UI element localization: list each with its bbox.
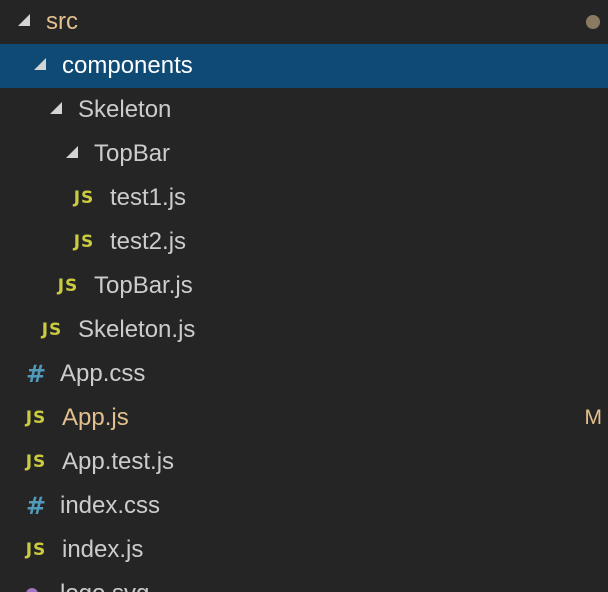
tree-item-label: test2.js: [110, 228, 187, 255]
tree-item-label: App.test.js: [62, 448, 175, 475]
tree-item-skeleton-folder[interactable]: Skeleton: [0, 88, 608, 132]
file-explorer: src components Skeleton TopBar JS test1.…: [0, 0, 608, 592]
svg-file-icon: [24, 586, 48, 592]
tree-item-label: test1.js: [110, 184, 187, 211]
js-file-icon: JS: [41, 320, 63, 340]
chevron-down-icon[interactable]: [34, 58, 46, 70]
chevron-down-icon[interactable]: [50, 102, 62, 114]
git-modified-badge: M: [584, 406, 603, 429]
chevron-down-icon[interactable]: [18, 14, 30, 26]
js-file-icon: JS: [25, 452, 47, 472]
tree-item-label: index.css: [60, 492, 161, 519]
tree-item-index-css[interactable]: # index.css: [0, 484, 608, 528]
js-file-icon: JS: [73, 232, 95, 252]
js-file-icon: JS: [73, 188, 95, 208]
tree-item-app-test-js[interactable]: JS App.test.js: [0, 440, 608, 484]
tree-item-label: Skeleton.js: [78, 316, 196, 343]
tree-item-label: logo.svg: [60, 580, 149, 592]
tree-item-topbar-js[interactable]: JS TopBar.js: [0, 264, 608, 308]
js-file-icon: JS: [57, 276, 79, 296]
js-file-icon: JS: [25, 540, 47, 560]
chevron-down-icon[interactable]: [66, 146, 78, 158]
tree-item-label: App.js: [62, 404, 129, 431]
tree-item-src[interactable]: src: [0, 0, 608, 44]
tree-item-topbar-folder[interactable]: TopBar: [0, 132, 608, 176]
modified-dot-icon: [586, 15, 600, 29]
tree-item-label: components: [62, 52, 193, 79]
tree-item-label: src: [46, 8, 78, 35]
tree-item-components[interactable]: components: [0, 44, 608, 88]
tree-item-label: TopBar: [94, 140, 171, 167]
css-file-icon: #: [25, 492, 47, 520]
tree-item-test2-js[interactable]: JS test2.js: [0, 220, 608, 264]
js-file-icon: JS: [25, 408, 47, 428]
tree-item-skeleton-js[interactable]: JS Skeleton.js: [0, 308, 608, 352]
tree-item-label: Skeleton: [78, 96, 172, 123]
tree-item-test1-js[interactable]: JS test1.js: [0, 176, 608, 220]
css-file-icon: #: [25, 360, 47, 388]
tree-item-app-js[interactable]: JS App.js M: [0, 396, 608, 440]
tree-item-app-css[interactable]: # App.css: [0, 352, 608, 396]
tree-item-label: TopBar.js: [94, 272, 193, 299]
tree-item-label: index.js: [62, 536, 144, 563]
tree-item-logo-svg[interactable]: logo.svg: [0, 572, 608, 592]
tree-item-index-js[interactable]: JS index.js: [0, 528, 608, 572]
tree-item-label: App.css: [60, 360, 146, 387]
